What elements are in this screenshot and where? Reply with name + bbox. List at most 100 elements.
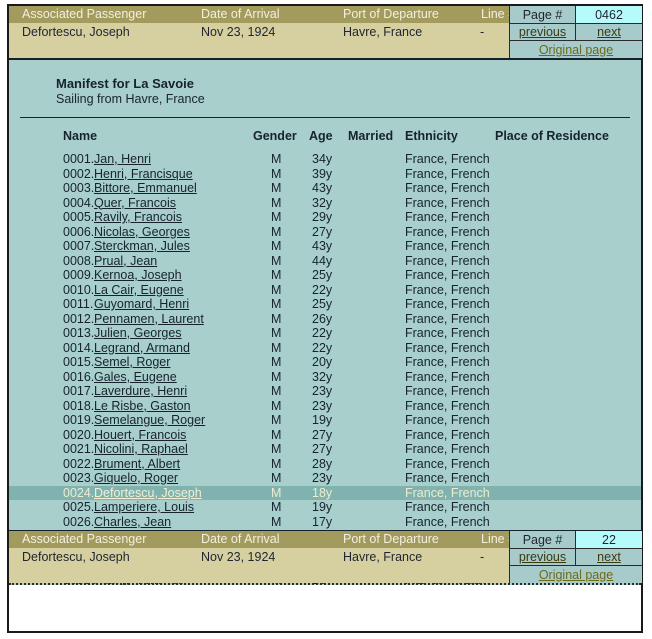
bottom-value-line-number: - (480, 550, 485, 564)
passenger-name-link[interactable]: Le Risbe, Gaston (94, 399, 191, 414)
passenger-index: 0002. (63, 166, 95, 181)
passenger-gender: M (271, 355, 282, 369)
top-previous-link[interactable]: previous (519, 25, 566, 39)
label-date-of-arrival: Date of Arrival (201, 7, 280, 21)
passenger-name-link[interactable]: Defortescu, Joseph (94, 486, 202, 501)
passenger-name-link[interactable]: Guyomard, Henri (94, 297, 189, 312)
passenger-index: 0014. (63, 340, 95, 355)
passenger-name-link[interactable]: Gales, Eugene (94, 370, 177, 385)
passenger-name-link[interactable]: Pennamen, Laurent (94, 312, 204, 327)
passenger-name-link[interactable]: Quer, Francois (94, 196, 176, 211)
passenger-ethnicity: France, French (405, 398, 490, 413)
passenger-row: 0026. Charles, Jean M 17y France, French (9, 515, 641, 530)
top-page-number-label: Page # (510, 6, 576, 24)
passenger-row: 0022. Brument, Albert M 28y France, French (9, 457, 641, 472)
top-page-number-input[interactable] (576, 6, 642, 23)
passenger-index: 0010. (63, 282, 95, 297)
column-header-gender: Gender (253, 129, 297, 143)
passenger-age: 22y (312, 340, 333, 355)
top-original-page-link[interactable]: Original page (539, 43, 613, 57)
passenger-ethnicity: France, French (405, 340, 490, 355)
passenger-name-link[interactable]: Ravily, Francois (94, 210, 182, 225)
passenger-index: 0003. (63, 181, 95, 195)
passenger-name-link[interactable]: La Cair, Eugene (94, 283, 184, 298)
passenger-name-link[interactable]: Nicolini, Raphael (94, 442, 188, 457)
bottom-label-date-of-arrival: Date of Arrival (201, 532, 280, 546)
bottom-label-port-of-departure: Port of Departure (343, 532, 439, 546)
passenger-ethnicity: France, French (405, 500, 490, 514)
top-page-controls: Page # previous next Original page (509, 6, 642, 58)
passenger-gender: M (271, 471, 282, 485)
bottom-original-page-cell[interactable]: Original page (510, 566, 642, 583)
passenger-age: 34y (312, 152, 333, 166)
passenger-row: 0013. Julien, Georges M 22y France, French (9, 326, 641, 341)
passenger-age: 26y (312, 311, 333, 326)
passenger-name-link[interactable]: Lamperiere, Louis (94, 500, 194, 515)
passenger-row: 0011. Guyomard, Henri M 25y France, French (9, 297, 641, 312)
passenger-row: 0018. Le Risbe, Gaston M 23y France, French (9, 399, 641, 414)
passenger-row: 0017. Laverdure, Henri M 23y France, French (9, 384, 641, 399)
top-next-cell[interactable]: next (576, 24, 642, 41)
passenger-gender: M (271, 413, 282, 427)
top-previous-cell[interactable]: previous (510, 24, 576, 41)
passenger-row: 0008. Prual, Jean M 44y France, French (9, 254, 641, 269)
bottom-value-associated-passenger: Defortescu, Joseph (22, 550, 130, 564)
passenger-name-link[interactable]: Julien, Georges (94, 326, 182, 341)
passenger-name-link[interactable]: Semelangue, Roger (94, 413, 205, 428)
passenger-gender: M (271, 384, 282, 398)
passenger-age: 19y (312, 413, 333, 427)
passenger-ethnicity: France, French (405, 413, 490, 427)
passenger-ethnicity: France, French (405, 326, 490, 340)
label-port-of-departure: Port of Departure (343, 7, 439, 21)
passenger-row: 0016. Gales, Eugene M 32y France, French (9, 370, 641, 385)
passenger-gender: M (271, 181, 282, 195)
column-header-ethnicity: Ethnicity (405, 129, 458, 143)
manifest-panel: Manifest for La Savoie Sailing from Havr… (9, 58, 641, 587)
passenger-name-link[interactable]: Giquelo, Roger (94, 471, 178, 486)
passenger-name-link[interactable]: Houert, Francois (94, 428, 186, 443)
passenger-name-link[interactable]: Charles, Jean (94, 515, 171, 530)
passenger-name-link[interactable]: Brument, Albert (94, 457, 180, 472)
bottom-navigation-bar: Associated Passenger Date of Arrival Por… (9, 531, 642, 583)
passenger-index: 0026. (63, 514, 95, 529)
bottom-page-number-field-cell (576, 531, 642, 549)
passenger-gender: M (271, 239, 282, 253)
passenger-age: 18y (312, 485, 333, 500)
passenger-index: 0025. (63, 500, 95, 514)
passenger-gender: M (271, 442, 282, 456)
passenger-name-link[interactable]: Jan, Henri (94, 152, 151, 167)
passenger-ethnicity: France, French (405, 514, 490, 529)
passenger-name-link[interactable]: Nicolas, Georges (94, 225, 190, 240)
passenger-name-link[interactable]: Sterckman, Jules (94, 239, 190, 254)
passenger-gender: M (271, 369, 282, 384)
passenger-name-link[interactable]: Kernoa, Joseph (94, 268, 182, 283)
passenger-index: 0018. (63, 398, 95, 413)
top-page-number-field-cell (576, 6, 642, 24)
bottom-previous-link[interactable]: previous (519, 550, 566, 564)
passenger-name-link[interactable]: Bittore, Emmanuel (94, 181, 197, 196)
passenger-gender: M (271, 456, 282, 471)
bottom-next-link[interactable]: next (597, 550, 621, 564)
bottom-next-cell[interactable]: next (576, 549, 642, 566)
passenger-list: 0001. Jan, Henri M 34y France, French 0002. He… (9, 152, 641, 587)
passenger-row: 0002. Henri, Francisque M 39y France, French (9, 167, 641, 182)
top-original-page-cell[interactable]: Original page (510, 41, 642, 58)
bottom-previous-cell[interactable]: previous (510, 549, 576, 566)
passenger-row: 0006. Nicolas, Georges M 27y France, French (9, 225, 641, 240)
bottom-page-controls: Page # previous next Original page (509, 531, 642, 583)
bottom-page-number-input[interactable] (576, 531, 642, 548)
passenger-name-link[interactable]: Legrand, Armand (94, 341, 190, 356)
passenger-name-link[interactable]: Prual, Jean (94, 254, 157, 269)
passenger-name-link[interactable]: Laverdure, Henri (94, 384, 187, 399)
passenger-row: 0010. La Cair, Eugene M 22y France, French (9, 283, 641, 298)
bottom-original-page-link[interactable]: Original page (539, 568, 613, 582)
passenger-index: 0024. (63, 485, 95, 500)
passenger-name-link[interactable]: Henri, Francisque (94, 167, 193, 182)
passenger-ethnicity: France, French (405, 181, 490, 195)
passenger-ethnicity: France, French (405, 355, 490, 369)
manifest-title: Manifest for La Savoie (56, 76, 194, 91)
passenger-index: 0008. (63, 253, 95, 268)
top-next-link[interactable]: next (597, 25, 621, 39)
passenger-index: 0001. (63, 152, 95, 166)
passenger-name-link[interactable]: Semel, Roger (94, 355, 170, 370)
